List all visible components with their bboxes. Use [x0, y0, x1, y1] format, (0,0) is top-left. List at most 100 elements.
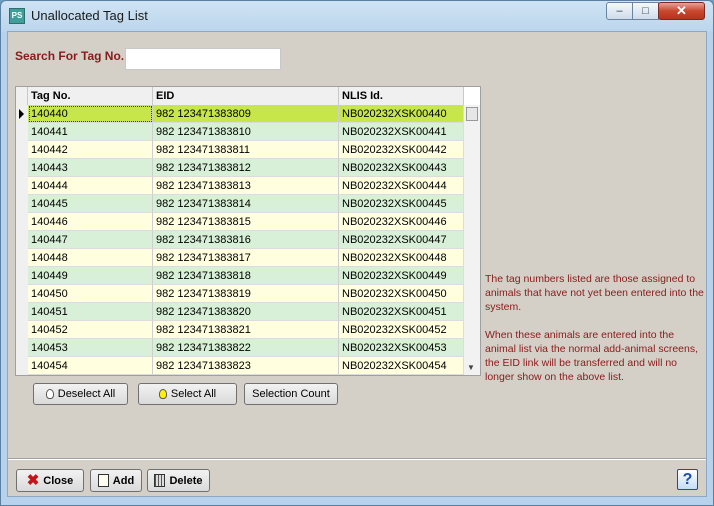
cell-eid[interactable]: 982 123471383819: [153, 285, 339, 303]
cell-tag-no[interactable]: 140441: [28, 123, 153, 141]
delete-button[interactable]: Delete: [147, 469, 210, 492]
cell-tag-no[interactable]: 140452: [28, 321, 153, 339]
cell-eid[interactable]: 982 123471383815: [153, 213, 339, 231]
cell-nlis-id[interactable]: NB020232XSK00453: [339, 339, 464, 357]
cell-tag-no[interactable]: 140444: [28, 177, 153, 195]
cell-nlis-id[interactable]: NB020232XSK00440: [339, 105, 464, 123]
cell-tag-no[interactable]: 140454: [28, 357, 153, 375]
table-row[interactable]: 140452 982 123471383821 NB020232XSK00452: [28, 321, 464, 339]
scroll-down-arrow-icon[interactable]: ▼: [467, 363, 475, 372]
table-row[interactable]: 140446 982 123471383815 NB020232XSK00446: [28, 213, 464, 231]
table-row[interactable]: 140442 982 123471383811 NB020232XSK00442: [28, 141, 464, 159]
scrollbar-thumb[interactable]: [466, 107, 478, 121]
table-row[interactable]: 140445 982 123471383814 NB020232XSK00445: [28, 195, 464, 213]
select-all-button[interactable]: Select All: [138, 383, 237, 405]
cell-eid[interactable]: 982 123471383820: [153, 303, 339, 321]
delete-label: Delete: [169, 474, 203, 487]
cell-eid[interactable]: 982 123471383822: [153, 339, 339, 357]
cell-eid[interactable]: 982 123471383823: [153, 357, 339, 375]
table-row[interactable]: 140454 982 123471383823 NB020232XSK00454: [28, 357, 464, 375]
new-page-icon: [97, 474, 109, 487]
table-row[interactable]: 140449 982 123471383818 NB020232XSK00449: [28, 267, 464, 285]
cell-eid[interactable]: 982 123471383821: [153, 321, 339, 339]
info-paragraph-2: When these animals are entered into the …: [485, 329, 699, 383]
cell-tag-no[interactable]: 140450: [28, 285, 153, 303]
cell-tag-no[interactable]: 140449: [28, 267, 153, 285]
cell-eid[interactable]: 982 123471383817: [153, 249, 339, 267]
deselect-all-button[interactable]: Deselect All: [33, 383, 128, 405]
table-row[interactable]: 140447 982 123471383816 NB020232XSK00447: [28, 231, 464, 249]
select-all-label: Select All: [170, 388, 217, 400]
deselect-all-label: Deselect All: [57, 388, 116, 400]
cell-nlis-id[interactable]: NB020232XSK00441: [339, 123, 464, 141]
cell-eid[interactable]: 982 123471383811: [153, 141, 339, 159]
cell-nlis-id[interactable]: NB020232XSK00454: [339, 357, 464, 375]
tag-grid[interactable]: Tag No. EID NLIS Id. 140440 982 123471383…: [15, 86, 481, 376]
cell-tag-no[interactable]: 140445: [28, 195, 153, 213]
close-x-icon: ✖: [26, 472, 40, 489]
cell-nlis-id[interactable]: NB020232XSK00445: [339, 195, 464, 213]
column-header-eid[interactable]: EID: [153, 87, 339, 105]
search-input[interactable]: [125, 48, 281, 70]
cell-nlis-id[interactable]: NB020232XSK00442: [339, 141, 464, 159]
window-close-button[interactable]: ✕: [658, 2, 705, 20]
app-icon: PS: [9, 8, 25, 24]
lightbulb-on-icon: [158, 389, 167, 399]
cell-tag-no[interactable]: 140440: [28, 105, 153, 123]
close-label: Close: [43, 474, 74, 487]
minimize-button[interactable]: –: [606, 2, 633, 20]
cell-tag-no[interactable]: 140451: [28, 303, 153, 321]
grid-header: Tag No. EID NLIS Id.: [16, 87, 464, 106]
maximize-button[interactable]: □: [632, 2, 659, 20]
table-row[interactable]: 140453 982 123471383822 NB020232XSK00453: [28, 339, 464, 357]
row-selector-header: [16, 87, 28, 105]
cell-nlis-id[interactable]: NB020232XSK00446: [339, 213, 464, 231]
cell-tag-no[interactable]: 140442: [28, 141, 153, 159]
add-button[interactable]: Add: [90, 469, 142, 492]
add-label: Add: [112, 474, 135, 487]
selection-count-label: Selection Count: [252, 388, 330, 400]
cell-eid[interactable]: 982 123471383812: [153, 159, 339, 177]
table-row[interactable]: 140450 982 123471383819 NB020232XSK00450: [28, 285, 464, 303]
cell-nlis-id[interactable]: NB020232XSK00450: [339, 285, 464, 303]
cell-nlis-id[interactable]: NB020232XSK00451: [339, 303, 464, 321]
table-row[interactable]: 140440 982 123471383809 NB020232XSK00440: [28, 105, 464, 123]
cell-tag-no[interactable]: 140443: [28, 159, 153, 177]
vertical-scrollbar[interactable]: ▼: [463, 105, 480, 375]
cell-nlis-id[interactable]: NB020232XSK00444: [339, 177, 464, 195]
cell-eid[interactable]: 982 123471383818: [153, 267, 339, 285]
close-button[interactable]: ✖ Close: [16, 469, 84, 492]
column-header-tag-no[interactable]: Tag No.: [28, 87, 153, 105]
grid-rows: 140440 982 123471383809 NB020232XSK00440 14…: [28, 105, 464, 375]
help-button[interactable]: ?: [677, 469, 698, 490]
table-row[interactable]: 140441 982 123471383810 NB020232XSK00441: [28, 123, 464, 141]
dialog-client-area: Search For Tag No. Tag No. EID NLIS Id. …: [7, 31, 707, 497]
table-row[interactable]: 140448 982 123471383817 NB020232XSK00448: [28, 249, 464, 267]
cell-nlis-id[interactable]: NB020232XSK00443: [339, 159, 464, 177]
column-header-nlis-id[interactable]: NLIS Id.: [339, 87, 464, 105]
cell-eid[interactable]: 982 123471383813: [153, 177, 339, 195]
dialog-window: PS Unallocated Tag List – □ ✕ Search For…: [0, 0, 714, 506]
selection-count-button[interactable]: Selection Count: [244, 383, 338, 405]
cell-nlis-id[interactable]: NB020232XSK00447: [339, 231, 464, 249]
table-row[interactable]: 140443 982 123471383812 NB020232XSK00443: [28, 159, 464, 177]
cell-tag-no[interactable]: 140447: [28, 231, 153, 249]
trash-icon: [154, 474, 166, 487]
current-row-arrow-icon: [19, 109, 24, 119]
cell-tag-no[interactable]: 140446: [28, 213, 153, 231]
cell-eid[interactable]: 982 123471383816: [153, 231, 339, 249]
table-row[interactable]: 140444 982 123471383813 NB020232XSK00444: [28, 177, 464, 195]
cell-eid[interactable]: 982 123471383814: [153, 195, 339, 213]
cell-nlis-id[interactable]: NB020232XSK00448: [339, 249, 464, 267]
cell-tag-no[interactable]: 140448: [28, 249, 153, 267]
cell-tag-no[interactable]: 140453: [28, 339, 153, 357]
window-title: Unallocated Tag List: [31, 8, 148, 23]
table-row[interactable]: 140451 982 123471383820 NB020232XSK00451: [28, 303, 464, 321]
cell-eid[interactable]: 982 123471383810: [153, 123, 339, 141]
search-label: Search For Tag No.: [15, 49, 125, 63]
cell-nlis-id[interactable]: NB020232XSK00452: [339, 321, 464, 339]
title-bar[interactable]: PS Unallocated Tag List – □ ✕: [1, 1, 713, 31]
cell-eid[interactable]: 982 123471383809: [153, 105, 339, 123]
cell-nlis-id[interactable]: NB020232XSK00449: [339, 267, 464, 285]
info-text: The tag numbers listed are those assigne…: [485, 272, 707, 398]
